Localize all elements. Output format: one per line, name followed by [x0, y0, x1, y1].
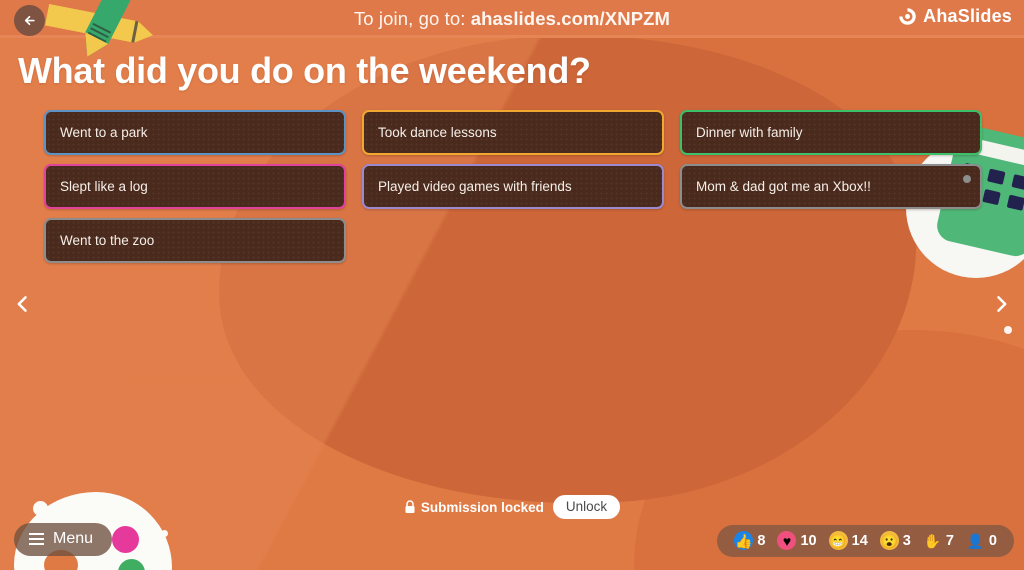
join-url: ahaslides.com/XNPZM — [470, 8, 671, 29]
answers-grid: Went to a park Slept like a log Went to th… — [44, 110, 984, 263]
raise-hand-reaction[interactable]: ✋ 7 — [919, 531, 958, 550]
thumbs-up-reaction[interactable]: 👍 8 — [730, 531, 769, 550]
answer-card-text: Went to a park — [60, 125, 148, 140]
hamburger-icon — [29, 533, 44, 545]
answer-card[interactable]: Dinner with family — [680, 110, 982, 155]
heart-reaction[interactable]: ♥ 10 — [773, 531, 820, 550]
haha-reaction[interactable]: 😁 14 — [825, 531, 872, 550]
reaction-count: 7 — [945, 532, 954, 549]
previous-slide-button[interactable] — [8, 289, 38, 319]
ahaslides-logo: AhaSlides — [898, 6, 1012, 27]
answer-card[interactable]: Slept like a log — [44, 164, 346, 209]
thumbs-up-icon: 👍 — [734, 531, 754, 550]
submission-status-bar: Submission locked Unlock — [0, 495, 1024, 519]
ahaslides-logo-icon — [899, 8, 916, 25]
empty-slot — [680, 218, 982, 263]
join-instruction: To join, go to: ahaslides.com/XNPZM — [0, 8, 1024, 30]
answer-card[interactable]: Went to the zoo — [44, 218, 346, 263]
answer-card-text: Mom & dad got me an Xbox!! — [696, 179, 871, 194]
submission-locked-label: Submission locked — [404, 500, 544, 515]
answer-card[interactable]: Went to a park — [44, 110, 346, 155]
heart-icon: ♥ — [777, 531, 797, 550]
submission-locked-text: Submission locked — [420, 499, 544, 515]
answer-card[interactable]: Took dance lessons — [362, 110, 664, 155]
ahaslides-logo-text: AhaSlides — [923, 6, 1012, 26]
answer-card-text: Went to the zoo — [60, 233, 155, 248]
reaction-count: 3 — [902, 532, 911, 549]
chevron-right-icon — [997, 296, 1007, 312]
page-title: What did you do on the weekend? — [18, 50, 591, 91]
chevron-left-icon — [17, 296, 27, 312]
surprised-face-icon: 😮 — [879, 531, 899, 550]
answer-card[interactable]: Played video games with friends — [362, 164, 664, 209]
menu-button-label: Menu — [53, 530, 94, 547]
next-slide-button[interactable] — [986, 289, 1016, 319]
answer-card[interactable]: Mom & dad got me an Xbox!! — [680, 164, 982, 209]
answer-card-status-dot — [963, 175, 971, 183]
answer-card-text: Slept like a log — [60, 179, 148, 194]
empty-slot — [362, 218, 664, 263]
answer-card-text: Took dance lessons — [378, 125, 497, 140]
reaction-count: 14 — [851, 532, 868, 549]
reaction-count: 8 — [757, 532, 766, 549]
answer-card-text: Played video games with friends — [378, 179, 572, 194]
participants-count[interactable]: 👤 0 — [962, 531, 1001, 550]
join-prefix: To join, go to: — [353, 8, 471, 29]
menu-button[interactable]: Menu — [14, 523, 113, 556]
unlock-button[interactable]: Unlock — [552, 495, 621, 519]
reactions-bar: 👍 8 ♥ 10 😁 14 😮 3 ✋ 7 👤 0 — [717, 525, 1014, 557]
reaction-count: 0 — [988, 532, 997, 549]
reaction-count: 10 — [800, 532, 817, 549]
decorative-dot-small — [161, 530, 168, 537]
palette-dot-pink — [112, 526, 139, 553]
person-icon: 👤 — [966, 532, 985, 549]
answer-card-text: Dinner with family — [696, 125, 803, 140]
wow-reaction[interactable]: 😮 3 — [876, 531, 915, 550]
raised-hand-icon: ✋ — [923, 532, 942, 549]
top-header-bar: To join, go to: ahaslides.com/XNPZM AhaS… — [0, 0, 1024, 38]
laughing-face-icon: 😁 — [828, 531, 848, 550]
lock-icon — [405, 500, 415, 513]
decorative-dot-right — [1004, 326, 1012, 334]
